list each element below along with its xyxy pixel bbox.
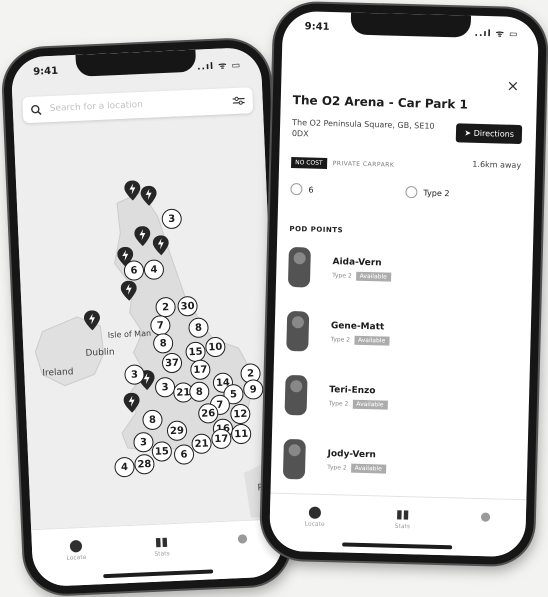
connector-type: Type 2 <box>423 187 450 198</box>
tab-stats[interactable]: ▮▮ Stats <box>154 534 170 558</box>
tab-locate[interactable]: ⬤ Locate <box>66 538 87 562</box>
pod-status-badge: Available <box>350 463 386 474</box>
charger-pin-icon[interactable] <box>123 392 140 413</box>
charger-pin-icon[interactable] <box>83 310 101 331</box>
section-heading: POD POINTS <box>289 224 344 235</box>
status-signal: ..ıl ᯤ ▭ <box>474 28 519 40</box>
map-label-isle-of-man: Isle of Man <box>107 328 152 340</box>
directions-label: Directions <box>473 128 515 139</box>
bar-chart-icon: ▮▮ <box>154 534 169 549</box>
filter-icon[interactable] <box>232 96 245 107</box>
charger-pin-icon[interactable] <box>124 180 141 201</box>
map-label-dublin: Dublin <box>85 347 115 359</box>
location-address: The O2 Peninsula Square, GB, SE10 0DX <box>291 118 435 139</box>
pod-item[interactable]: Teri-Enzo Type 2 Available <box>284 374 389 418</box>
bar-chart-icon: ▮▮ <box>395 506 410 522</box>
charger-pin-icon[interactable] <box>152 235 169 256</box>
search-icon <box>31 104 42 115</box>
location-tags: NO COST PRIVATE CARPARK <box>290 157 395 171</box>
pod-count-icon <box>290 182 303 196</box>
location-stats: 6 Type 2 <box>290 182 450 199</box>
charger-pod-icon <box>282 438 306 480</box>
pod-name: Gene-Matt <box>330 320 385 332</box>
pod-item[interactable]: Aida-Vern Type 2 Available <box>287 246 392 290</box>
carpark-tag: PRIVATE CARPARK <box>332 160 395 169</box>
tab-locate[interactable]: ⬤ Locate <box>305 504 326 528</box>
tab-profile[interactable]: ● <box>480 509 491 525</box>
pod-name: Jody-Vern <box>327 448 377 460</box>
pod-count: 6 <box>308 184 314 195</box>
map-screen: 9:41 ..ıl ᯤ ▭ Ireland Dublin Isle of Man… <box>10 46 284 588</box>
navigation-arrow-icon: ➤ <box>464 128 472 138</box>
status-time: 9:41 <box>304 21 330 33</box>
connector-type-icon <box>405 186 418 199</box>
tab-label: Locate <box>66 553 87 562</box>
pod-item[interactable]: Jody-Vern Type 2 Available <box>282 438 387 482</box>
directions-button[interactable]: ➤ Directions <box>456 123 523 145</box>
phone-detail: 9:41 ..ıl ᯤ ▭ × The O2 Arena - Car Park … <box>260 2 548 566</box>
charger-pod-icon <box>287 246 311 288</box>
pod-status-badge: Available <box>353 335 390 346</box>
tab-label: Locate <box>304 520 325 529</box>
charger-pod-icon <box>284 374 308 416</box>
charger-pin-icon[interactable] <box>134 226 151 247</box>
charger-pod-icon <box>286 310 310 352</box>
status-time: 9:41 <box>32 65 59 78</box>
map-label-ireland: Ireland <box>42 367 74 379</box>
tab-stats[interactable]: ▮▮ Stats <box>395 507 411 530</box>
pod-name: Teri-Enzo <box>329 384 376 396</box>
status-bar: 9:41 ..ıl ᯤ ▭ <box>282 11 539 46</box>
user-icon: ● <box>480 509 492 524</box>
charger-pin-icon[interactable] <box>120 280 137 301</box>
pod-name: Aida-Vern <box>332 256 382 268</box>
cost-tag: NO COST <box>290 157 327 169</box>
pod-status-badge: Available <box>355 271 391 282</box>
tab-profile[interactable]: ● <box>237 531 248 547</box>
tab-label: Stats <box>394 522 411 531</box>
tab-bar: ⬤ Locate ▮▮ Stats ● <box>31 518 284 588</box>
location-pin-icon: ⬤ <box>68 538 83 553</box>
pod-type: Type 2 <box>330 335 351 344</box>
tab-label: Stats <box>154 550 170 558</box>
pod-type: Type 2 <box>327 463 347 472</box>
location-title: The O2 Arena - Car Park 1 <box>292 93 468 112</box>
charger-pin-icon[interactable] <box>140 185 157 206</box>
pod-item[interactable]: Gene-Matt Type 2 Available <box>286 310 390 354</box>
status-signal: ..ıl ᯤ ▭ <box>196 60 242 73</box>
detail-screen: 9:41 ..ıl ᯤ ▭ × The O2 Arena - Car Park … <box>268 10 540 558</box>
pod-type: Type 2 <box>328 399 349 408</box>
user-icon: ● <box>236 530 248 546</box>
pod-type: Type 2 <box>332 271 352 280</box>
distance-label: 1.6km away <box>472 159 522 171</box>
location-pin-icon: ⬤ <box>308 504 322 519</box>
search-input[interactable]: Search for a location <box>50 96 233 114</box>
pod-status-badge: Available <box>352 399 388 410</box>
phone-map: 9:41 ..ıl ᯤ ▭ Ireland Dublin Isle of Man… <box>2 38 292 596</box>
close-icon[interactable]: × <box>506 77 519 95</box>
